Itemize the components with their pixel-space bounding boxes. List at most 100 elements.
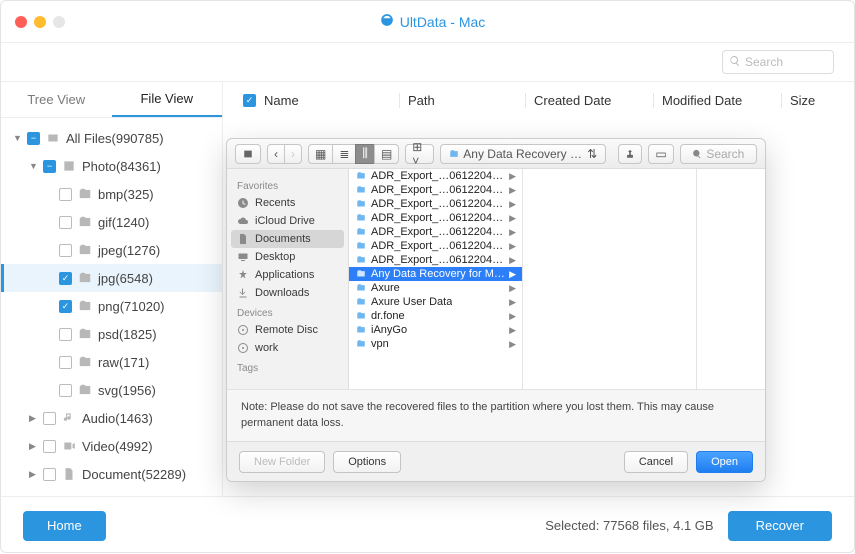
folder-label: Any Data Recovery for Mac	[371, 268, 505, 280]
checkbox[interactable]	[59, 244, 72, 257]
folder-label: ADR_Export_…0612204544	[371, 184, 505, 196]
folder-item[interactable]: ADR_Export_…0612204638▶	[349, 211, 522, 225]
sidebar-item-desktop[interactable]: Desktop	[227, 248, 348, 266]
folder-label: iAnyGo	[371, 324, 407, 336]
chevron-right-icon[interactable]: ▶	[29, 469, 37, 480]
forward-button[interactable]: ›	[284, 144, 302, 164]
folder-item[interactable]: ADR_Export_…0612204748▶	[349, 239, 522, 253]
sidebar-item-applications[interactable]: Applications	[227, 266, 348, 284]
recover-button[interactable]: Recover	[728, 511, 832, 541]
close-icon[interactable]	[15, 16, 27, 28]
tags-icon[interactable]: ▭	[648, 144, 673, 164]
col-size[interactable]: Size	[781, 93, 841, 108]
arrange-button[interactable]: ⊞ ˅	[405, 144, 434, 164]
icloud-drive-icon	[237, 215, 249, 227]
tree-photo[interactable]: ▼ − Photo(84361)	[1, 152, 222, 180]
sidebar-item-icloud-drive[interactable]: iCloud Drive	[227, 212, 348, 230]
share-icon[interactable]	[618, 144, 642, 164]
home-button[interactable]: Home	[23, 511, 106, 541]
applications-icon	[237, 269, 249, 281]
view-list-icon[interactable]: ≣	[332, 144, 356, 164]
sidebar-item-remote-disc[interactable]: Remote Disc	[227, 321, 348, 339]
sidebar-toggle-icon[interactable]	[235, 144, 261, 164]
open-button[interactable]: Open	[696, 451, 753, 473]
chevron-down-icon[interactable]: ▼	[29, 161, 37, 171]
checkbox[interactable]	[59, 384, 72, 397]
view-columns-icon[interactable]: ⫼	[355, 144, 375, 164]
col-path[interactable]: Path	[399, 93, 517, 108]
sidebar-item-label: Recents	[255, 197, 295, 209]
sidebar-item-label: iCloud Drive	[255, 215, 315, 227]
folder-item[interactable]: dr.fone▶	[349, 309, 522, 323]
tree-video[interactable]: ▶ Video(4992)	[1, 432, 222, 460]
folder-item[interactable]: iAnyGo▶	[349, 323, 522, 337]
sidebar-item-downloads[interactable]: Downloads	[227, 284, 348, 302]
tree-item[interactable]: ✓jpg(6548)	[1, 264, 222, 292]
checkbox[interactable]	[43, 412, 56, 425]
tab-file-view[interactable]: File View	[112, 82, 223, 117]
sidebar-item-recents[interactable]: Recents	[227, 194, 348, 212]
folder-icon	[355, 269, 367, 279]
folder-item[interactable]: Axure▶	[349, 281, 522, 295]
tree-item[interactable]: bmp(325)	[1, 180, 222, 208]
dialog-search-input[interactable]: Search	[680, 144, 757, 164]
checkbox[interactable]	[59, 188, 72, 201]
checkbox[interactable]	[43, 468, 56, 481]
checkbox-mixed[interactable]: −	[27, 132, 40, 145]
checkbox[interactable]: ✓	[59, 272, 72, 285]
sidebar-item-documents[interactable]: Documents	[231, 230, 344, 248]
minimize-icon[interactable]	[34, 16, 46, 28]
checkbox-mixed[interactable]: −	[43, 160, 56, 173]
tree-document[interactable]: ▶ Document(52289)	[1, 460, 222, 488]
select-all-checkbox[interactable]: ✓	[243, 94, 256, 107]
chevron-down-icon[interactable]: ▼	[13, 133, 21, 143]
checkbox[interactable]	[59, 328, 72, 341]
devices-header: Devices	[227, 302, 348, 321]
checkbox[interactable]	[43, 496, 56, 497]
folder-item[interactable]: ADR_Export_…0612204602▶	[349, 197, 522, 211]
folder-item[interactable]: Axure User Data▶	[349, 295, 522, 309]
maximize-icon[interactable]	[53, 16, 65, 28]
checkbox[interactable]	[59, 216, 72, 229]
new-folder-button[interactable]: New Folder	[239, 451, 325, 473]
chevron-right-icon[interactable]: ▶	[29, 441, 37, 452]
tree-email[interactable]: ▶ Email(9361)	[1, 488, 222, 496]
tree-item[interactable]: svg(1956)	[1, 376, 222, 404]
tree-item[interactable]: raw(171)	[1, 348, 222, 376]
checkbox[interactable]: ✓	[59, 300, 72, 313]
tree-label: svg(1956)	[98, 383, 156, 398]
col-created[interactable]: Created Date	[525, 93, 645, 108]
folder-item[interactable]: ADR_Export_…0612204521▶	[349, 169, 522, 183]
folder-label: ADR_Export_…0612204748	[371, 240, 505, 252]
tree-item[interactable]: ✓png(71020)	[1, 292, 222, 320]
window-controls	[15, 16, 65, 28]
col-name[interactable]: Name	[264, 93, 299, 108]
checkbox[interactable]	[59, 356, 72, 369]
tree-item[interactable]: jpeg(1276)	[1, 236, 222, 264]
back-button[interactable]: ‹	[267, 144, 285, 164]
folder-icon	[78, 355, 92, 369]
folder-item[interactable]: vpn▶	[349, 337, 522, 351]
sidebar-item-work[interactable]: work	[227, 339, 348, 357]
chevron-right-icon[interactable]: ▶	[29, 413, 37, 424]
view-icons-icon[interactable]: ▦	[308, 144, 333, 164]
folder-icon	[78, 243, 92, 257]
tree-root[interactable]: ▼ − All Files(990785)	[1, 124, 222, 152]
tree-audio[interactable]: ▶ Audio(1463)	[1, 404, 222, 432]
col-modified[interactable]: Modified Date	[653, 93, 773, 108]
tree-item[interactable]: psd(1825)	[1, 320, 222, 348]
folder-item[interactable]: ADR_Export_…0612204832▶	[349, 253, 522, 267]
folder-item[interactable]: Any Data Recovery for Mac▶	[349, 267, 522, 281]
view-gallery-icon[interactable]: ▤	[374, 144, 399, 164]
search-input[interactable]: Search	[722, 50, 834, 74]
titlebar: UltData - Mac	[1, 1, 854, 43]
checkbox[interactable]	[43, 440, 56, 453]
tab-tree-view[interactable]: Tree View	[1, 82, 112, 117]
folder-item[interactable]: ADR_Export_…0612204544▶	[349, 183, 522, 197]
cancel-button[interactable]: Cancel	[624, 451, 688, 473]
options-button[interactable]: Options	[333, 451, 401, 473]
tree-item[interactable]: gif(1240)	[1, 208, 222, 236]
folder-item[interactable]: ADR_Export_…0612204724▶	[349, 225, 522, 239]
folder-icon	[355, 255, 367, 265]
path-dropdown[interactable]: Any Data Recovery for… ⇅	[440, 144, 606, 164]
